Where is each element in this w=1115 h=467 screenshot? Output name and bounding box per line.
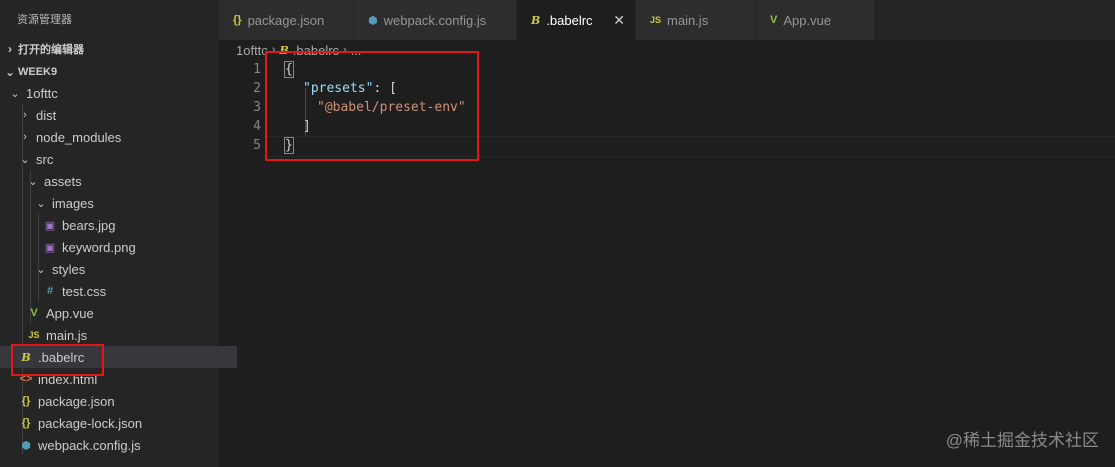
tree-item-label: assets <box>44 173 82 189</box>
tree-item-label: src <box>36 151 54 167</box>
tree-item-app-vue[interactable]: V App.vue <box>0 302 245 324</box>
tab-label: webpack.config.js <box>383 12 487 28</box>
explorer-title: 资源管理器 <box>17 14 72 26</box>
tab-babelrc[interactable]: B .babelrc ✕ <box>517 0 636 40</box>
close-icon[interactable]: ✕ <box>613 12 625 29</box>
tab-label: main.js <box>667 12 709 28</box>
tree-item-images[interactable]: ⌄ images <box>0 192 253 214</box>
tree-item-package-lock-json[interactable]: {} package-lock.json <box>0 412 237 434</box>
tree-item-src[interactable]: ⌄ src <box>0 148 237 170</box>
json-file-icon: {} <box>233 14 242 26</box>
workspace-section[interactable]: ⌄ WEEK9 <box>0 61 219 83</box>
line-number: 5 <box>253 138 261 153</box>
tab-label: .babelrc <box>546 12 593 28</box>
workspace-label: WEEK9 <box>18 66 58 78</box>
tab-label: App.vue <box>783 12 832 28</box>
tree-item-webpack-config[interactable]: ⬢ webpack.config.js <box>0 434 237 456</box>
tree-item-assets[interactable]: ⌄ assets <box>0 170 245 192</box>
chevron-down-icon: ⌄ <box>20 153 30 166</box>
tree-item-package-json[interactable]: {} package.json <box>0 390 237 412</box>
line-number: 2 <box>253 81 261 96</box>
watermark: @稀土掘金技术社区 <box>945 431 1099 450</box>
tab-main-js[interactable]: JS main.js <box>636 0 756 40</box>
chevron-down-icon: ⌄ <box>28 175 38 188</box>
tree-item-label: test.css <box>62 283 107 299</box>
tab-bar: {} package.json ⬢ webpack.config.js B .b… <box>219 0 1115 40</box>
open-editors-label: 打开的编辑器 <box>18 44 84 56</box>
tab-app-vue[interactable]: V App.vue <box>756 0 875 40</box>
tree-item-label: webpack.config.js <box>38 437 141 453</box>
chevron-right-icon: › <box>8 42 12 56</box>
tree-item-label: App.vue <box>46 305 94 321</box>
image-file-icon: ▣ <box>44 241 56 254</box>
image-file-icon: ▣ <box>44 219 56 232</box>
chevron-down-icon: ⌄ <box>36 197 46 210</box>
tree-item-label: package.json <box>38 393 115 409</box>
chevron-down-icon: ⌄ <box>10 87 20 100</box>
tree-item-label: bears.jpg <box>62 217 116 233</box>
tab-label: package.json <box>247 12 325 28</box>
json-file-icon: {} <box>21 395 31 407</box>
tree-item-label: package-lock.json <box>38 415 143 431</box>
tree-item-1ofttc[interactable]: ⌄ 1ofttc <box>0 82 227 104</box>
line-number: 1 <box>253 62 261 77</box>
tree-item-label: node_modules <box>36 129 122 145</box>
highlight-box-code <box>265 51 479 161</box>
tree-item-main-js[interactable]: JS main.js <box>0 324 245 346</box>
tree-item-label: 1ofttc <box>26 85 58 101</box>
line-number: 3 <box>253 100 261 115</box>
tree-item-label: images <box>52 195 94 211</box>
chevron-right-icon: › <box>23 131 27 143</box>
highlight-box-babelrc <box>11 344 104 376</box>
webpack-icon: ⬢ <box>368 14 378 27</box>
tab-webpack-config[interactable]: ⬢ webpack.config.js <box>354 0 517 40</box>
tree-item-label: keyword.png <box>62 239 136 255</box>
babel-icon: B <box>531 13 541 27</box>
chevron-down-icon: ⌄ <box>36 263 46 276</box>
tree-item-dist[interactable]: › dist <box>0 104 237 126</box>
tree-item-label: dist <box>36 107 57 123</box>
tree-item-styles[interactable]: ⌄ styles <box>0 258 253 280</box>
js-file-icon: JS <box>650 15 662 25</box>
js-file-icon: JS <box>28 330 40 340</box>
line-number: 4 <box>253 119 261 134</box>
open-editors-section[interactable]: › 打开的编辑器 <box>0 38 219 60</box>
json-file-icon: {} <box>21 417 31 429</box>
breadcrumb-folder[interactable]: 1ofttc <box>236 43 268 58</box>
vue-icon: V <box>770 14 778 26</box>
tree-item-label: main.js <box>46 327 88 343</box>
tree-item-node-modules[interactable]: › node_modules <box>0 126 237 148</box>
vue-icon: V <box>30 307 38 319</box>
tree-item-label: styles <box>52 261 86 277</box>
explorer-sidebar: 资源管理器 › 打开的编辑器 ⌄ WEEK9 ⌄ 1ofttc › dist ›… <box>0 0 237 467</box>
tab-package-json[interactable]: {} package.json <box>219 0 354 40</box>
css-file-icon: # <box>46 285 54 297</box>
chevron-right-icon: › <box>23 109 27 121</box>
chevron-down-icon: ⌄ <box>4 65 16 79</box>
webpack-icon: ⬢ <box>21 439 31 452</box>
